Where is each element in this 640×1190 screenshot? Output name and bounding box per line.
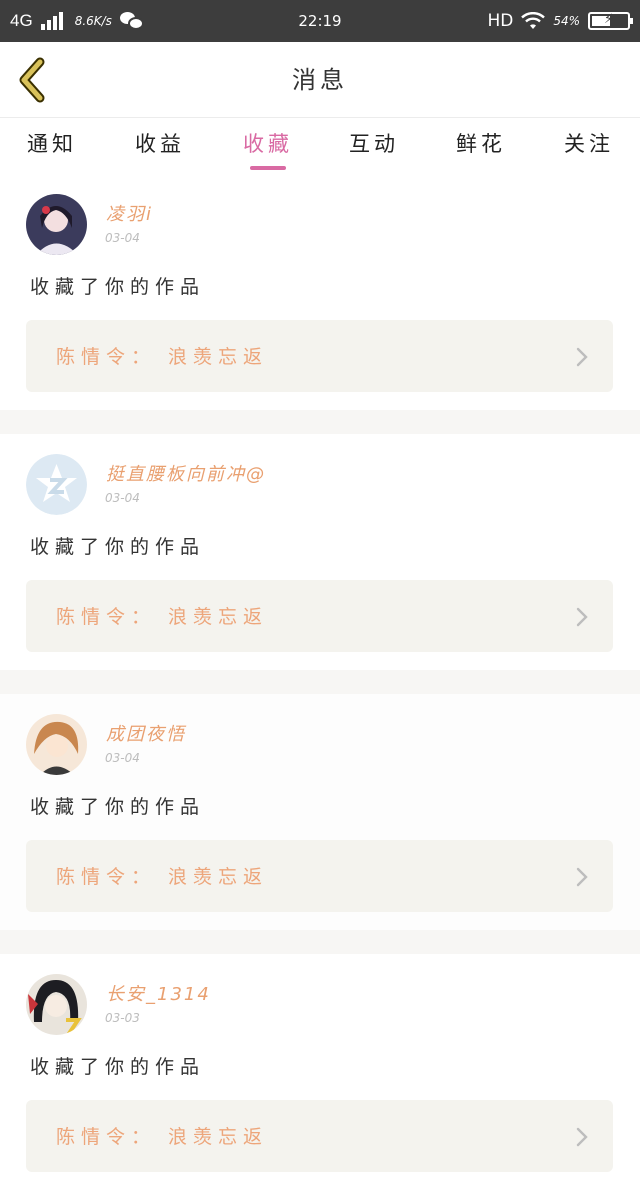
avatar[interactable] [26,194,87,255]
message-text: 收藏了你的作品 [30,1056,206,1078]
chevron-right-icon [576,867,588,887]
status-right: HD 54% ⚡ [487,0,633,42]
message-date: 03-04 [105,491,140,505]
username[interactable]: 长安_1314 [106,980,211,1006]
message-date: 03-03 [105,1011,140,1025]
message-text: 收藏了你的作品 [30,796,206,818]
work-link[interactable]: 陈情令： 浪羡忘返 [26,580,613,652]
username[interactable]: 挺直腰板向前冲@ [106,460,266,486]
message-text: 收藏了你的作品 [30,276,206,298]
tab-favorites[interactable]: 收藏 [223,128,313,168]
chevron-right-icon [576,1127,588,1147]
tab-notifications[interactable]: 通知 [7,128,97,168]
message-date: 03-04 [105,231,140,245]
tab-follows[interactable]: 关注 [544,128,634,168]
chevron-right-icon [576,607,588,627]
active-tab-indicator [250,166,286,170]
work-link[interactable]: 陈情令： 浪羡忘返 [26,840,613,912]
username[interactable]: 凌羽i [106,200,153,226]
username[interactable]: 成团夜悟 [106,720,186,746]
avatar[interactable] [26,714,87,775]
chevron-right-icon [576,347,588,367]
work-link[interactable]: 陈情令： 浪羡忘返 [26,1100,613,1172]
hd-indicator: HD [487,11,514,31]
tab-earnings[interactable]: 收益 [115,128,205,168]
work-title: 陈情令： 浪羡忘返 [56,1126,269,1148]
work-link[interactable]: 陈情令： 浪羡忘返 [26,320,613,392]
wifi-icon [521,12,546,29]
avatar[interactable] [26,974,87,1035]
tab-flowers[interactable]: 鲜花 [436,128,526,168]
work-title: 陈情令： 浪羡忘返 [56,346,269,368]
divider [0,670,640,694]
tab-interactions[interactable]: 互动 [329,128,419,168]
divider [0,930,640,954]
battery-icon: ⚡ [588,12,633,30]
message-card: 挺直腰板向前冲@ 03-04 收藏了你的作品 陈情令： 浪羡忘返 [0,434,640,670]
message-list: 凌羽i 03-04 收藏了你的作品 陈情令： 浪羡忘返 挺直腰板向前冲@ 03-… [0,174,640,1190]
top-nav: 消息 [0,42,640,118]
battery-percent: 54% [553,14,580,28]
message-card: 成团夜悟 03-04 收藏了你的作品 陈情令： 浪羡忘返 [0,694,640,930]
divider [0,410,640,434]
work-title: 陈情令： 浪羡忘返 [56,606,269,628]
message-card: 凌羽i 03-04 收藏了你的作品 陈情令： 浪羡忘返 [0,174,640,410]
message-card: 长安_1314 03-03 收藏了你的作品 陈情令： 浪羡忘返 [0,954,640,1190]
tab-bar: 通知 收益 收藏 互动 鲜花 关注 [0,118,640,174]
work-title: 陈情令： 浪羡忘返 [56,866,269,888]
avatar[interactable] [26,454,87,515]
charging-icon: ⚡ [604,12,614,27]
message-text: 收藏了你的作品 [30,536,206,558]
page-title: 消息 [292,66,348,94]
status-bar: 4G 8.6K/s 22:19 HD 54% ⚡ [0,0,640,42]
message-date: 03-04 [105,751,140,765]
